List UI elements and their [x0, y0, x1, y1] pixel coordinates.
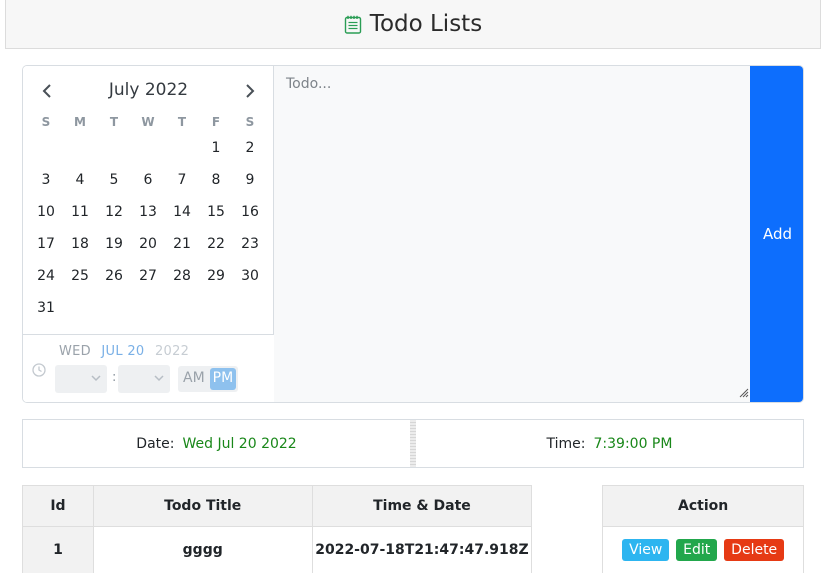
todo-actions: View Edit Delete	[602, 526, 804, 573]
calendar-day[interactable]: 18	[63, 236, 97, 252]
page-header: Todo Lists	[5, 0, 821, 49]
todo-id: 1	[22, 526, 94, 573]
date-value: Wed Jul 20 2022	[182, 435, 297, 452]
weekday-label: F	[211, 115, 221, 129]
time-picker: WED JUL 20 2022 : AM PM	[23, 334, 274, 402]
calendar-day[interactable]: 24	[29, 268, 63, 284]
todo-title: gggg	[92, 526, 313, 573]
calendar-day[interactable]: 8	[199, 172, 233, 188]
calendar-day[interactable]: 2	[233, 140, 267, 156]
chevron-down-icon	[154, 375, 164, 382]
calendar-day[interactable]: 15	[199, 204, 233, 220]
calendar-week-row: 17 18 19 20 21 22 23	[29, 228, 269, 260]
calendar-day[interactable]: 11	[63, 204, 97, 220]
table-row: 1 gggg 2022-07-18T21:47:47.918Z View Edi…	[22, 526, 804, 573]
todo-input[interactable]	[274, 66, 751, 402]
page-title: Todo Lists	[369, 11, 483, 37]
weekday-label: W	[141, 115, 155, 129]
calendar-day[interactable]: 23	[233, 236, 267, 252]
pm-option[interactable]: PM	[209, 368, 237, 390]
calendar-day[interactable]: 1	[199, 140, 233, 156]
todo-entry-panel: July 2022 S M T W T F S 1 2 3 4 5 6 7 8 9 10 11 12 1…	[22, 65, 804, 403]
resize-grip-icon[interactable]	[737, 386, 749, 398]
calendar-nav: July 2022	[23, 78, 274, 104]
calendar-grid: S M T W T F S 1 2 3 4 5 6 7 8 9 10 11 12 13 14 15 16 17 1…	[29, 112, 269, 324]
calendar-day[interactable]: 20	[131, 236, 165, 252]
selected-month-day: JUL 20	[101, 344, 145, 359]
calendar-day[interactable]: 16	[233, 204, 267, 220]
column-header-time-date: Time & Date	[311, 485, 533, 527]
calendar-day[interactable]: 12	[97, 204, 131, 220]
delete-button[interactable]: Delete	[724, 539, 785, 561]
selected-date-summary: WED JUL 20 2022	[59, 344, 189, 359]
weekday-label: T	[177, 115, 187, 129]
calendar-day[interactable]: 14	[165, 204, 199, 220]
weekday-label: S	[245, 115, 255, 129]
current-datetime-bar: Date: Wed Jul 20 2022 Time: 7:39:00 PM	[22, 419, 804, 468]
calendar-day[interactable]: 30	[233, 268, 267, 284]
selected-year: 2022	[154, 344, 190, 359]
chevron-down-icon	[91, 375, 101, 382]
calendar-week-row: 12	[29, 132, 269, 164]
calendar-day[interactable]: 21	[165, 236, 199, 252]
current-date: Date: Wed Jul 20 2022	[23, 420, 410, 467]
calendar-day[interactable]: 13	[131, 204, 165, 220]
date-picker: July 2022 S M T W T F S 1 2 3 4 5 6 7 8 9 10 11 12 1…	[23, 66, 274, 402]
calendar-day[interactable]: 29	[199, 268, 233, 284]
notepad-icon	[344, 15, 361, 34]
calendar-day[interactable]: 28	[165, 268, 199, 284]
date-label: Date:	[136, 435, 175, 452]
edit-button[interactable]: Edit	[676, 539, 718, 561]
calendar-day[interactable]: 19	[97, 236, 131, 252]
todo-table: Id Todo Title Time & Date Action 1 gggg …	[22, 485, 804, 573]
clock-icon	[32, 363, 46, 377]
calendar-week-row: 10 11 12 13 14 15 16	[29, 196, 269, 228]
weekday-label: S	[41, 115, 51, 129]
selected-weekday: WED	[59, 344, 91, 359]
todo-page: Todo Lists July 2022 S M T W T F S 1 2 3…	[0, 0, 825, 573]
time-separator: :	[112, 370, 117, 385]
am-option[interactable]: AM	[180, 368, 208, 390]
column-header-action: Action	[602, 485, 804, 527]
calendar-day[interactable]: 9	[233, 172, 267, 188]
weekday-label: T	[109, 115, 119, 129]
calendar-day[interactable]: 25	[63, 268, 97, 284]
table-header-row: Id Todo Title Time & Date Action	[22, 485, 804, 527]
am-pm-toggle: AM PM	[178, 366, 239, 392]
current-time: Time: 7:39:00 PM	[416, 420, 803, 467]
hour-select[interactable]	[55, 365, 107, 393]
time-value: 7:39:00 PM	[593, 435, 673, 452]
todo-time-date: 2022-07-18T21:47:47.918Z	[311, 526, 533, 573]
calendar-day[interactable]: 7	[165, 172, 199, 188]
calendar-day[interactable]: 5	[97, 172, 131, 188]
calendar-day[interactable]: 6	[131, 172, 165, 188]
calendar-day[interactable]: 4	[63, 172, 97, 188]
calendar-day[interactable]: 27	[131, 268, 165, 284]
column-header-title: Todo Title	[92, 485, 313, 527]
calendar-week-row: 31	[29, 292, 269, 324]
calendar-day[interactable]: 3	[29, 172, 63, 188]
calendar-day[interactable]: 17	[29, 236, 63, 252]
calendar-week-row: 3456789	[29, 164, 269, 196]
calendar-weeks: 1 2 3 4 5 6 7 8 9 10 11 12 13 14 15 16 17 18 19 20 21 22 23 24 2…	[29, 132, 269, 324]
column-header-id: Id	[22, 485, 94, 527]
calendar-week-row: 24 25 26 27 28 29 30	[29, 260, 269, 292]
column-header-blank	[531, 485, 603, 527]
calendar-day[interactable]: 31	[29, 300, 63, 316]
weekday-label: M	[74, 115, 86, 129]
add-todo-button[interactable]: Add	[750, 66, 803, 402]
todo-table-container: Id Todo Title Time & Date Action 1 gggg …	[22, 485, 804, 573]
minute-select[interactable]	[118, 365, 170, 393]
calendar-day[interactable]: 10	[29, 204, 63, 220]
chevron-right-icon	[246, 84, 255, 98]
calendar-day[interactable]: 22	[199, 236, 233, 252]
next-month-button[interactable]	[237, 78, 263, 104]
time-label: Time:	[546, 435, 586, 452]
view-button[interactable]: View	[622, 539, 670, 561]
weekday-header-row: S M T W T F S	[29, 112, 269, 132]
calendar-day[interactable]: 26	[97, 268, 131, 284]
blank-cell	[531, 526, 603, 573]
